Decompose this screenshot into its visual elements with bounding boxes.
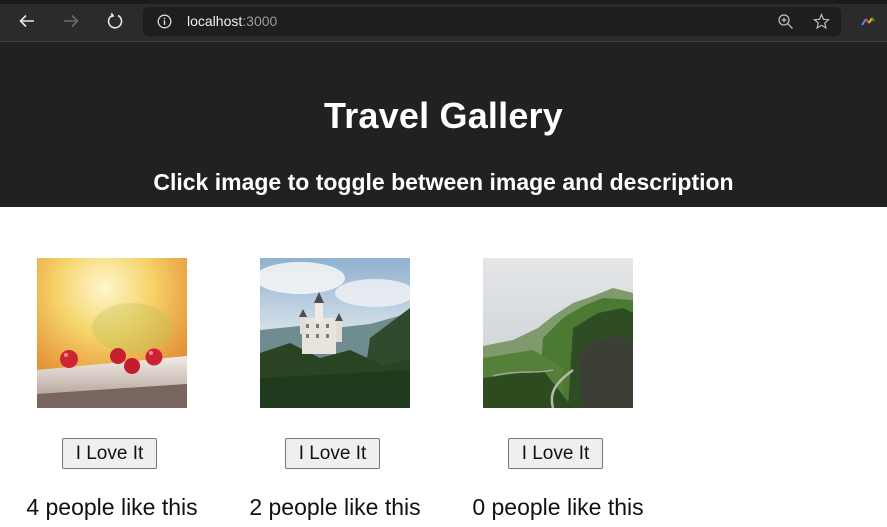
likes-count: 4 people like this xyxy=(26,494,198,520)
page-header: Travel Gallery Click image to toggle bet… xyxy=(0,42,887,207)
love-it-button[interactable]: I Love It xyxy=(62,438,157,469)
reload-icon[interactable] xyxy=(103,9,127,33)
info-icon[interactable] xyxy=(157,14,172,29)
green-hills-photo[interactable] xyxy=(483,258,633,408)
page-subtitle: Click image to toggle between image and … xyxy=(153,169,734,195)
love-it-button[interactable]: I Love It xyxy=(285,438,380,469)
page-title: Travel Gallery xyxy=(324,95,563,136)
raspberries-photo[interactable] xyxy=(37,258,187,408)
favorite-star-icon[interactable] xyxy=(812,12,831,30)
back-arrow-icon[interactable] xyxy=(15,9,39,33)
address-bar[interactable]: localhost:3000 xyxy=(143,7,841,36)
love-it-button[interactable]: I Love It xyxy=(508,438,603,469)
forward-arrow-icon[interactable] xyxy=(59,9,83,33)
url-text[interactable]: localhost:3000 xyxy=(187,13,277,29)
url-port: :3000 xyxy=(242,13,278,29)
likes-count: 0 people like this xyxy=(472,494,644,520)
browser-toolbar: localhost:3000 xyxy=(0,0,887,42)
extension-icon[interactable] xyxy=(860,14,876,28)
browser-tabstrip-edge xyxy=(0,0,887,4)
zoom-icon[interactable] xyxy=(777,13,794,30)
castle-photo[interactable] xyxy=(260,258,410,408)
likes-count: 2 people like this xyxy=(249,494,421,520)
url-host: localhost xyxy=(187,13,243,29)
